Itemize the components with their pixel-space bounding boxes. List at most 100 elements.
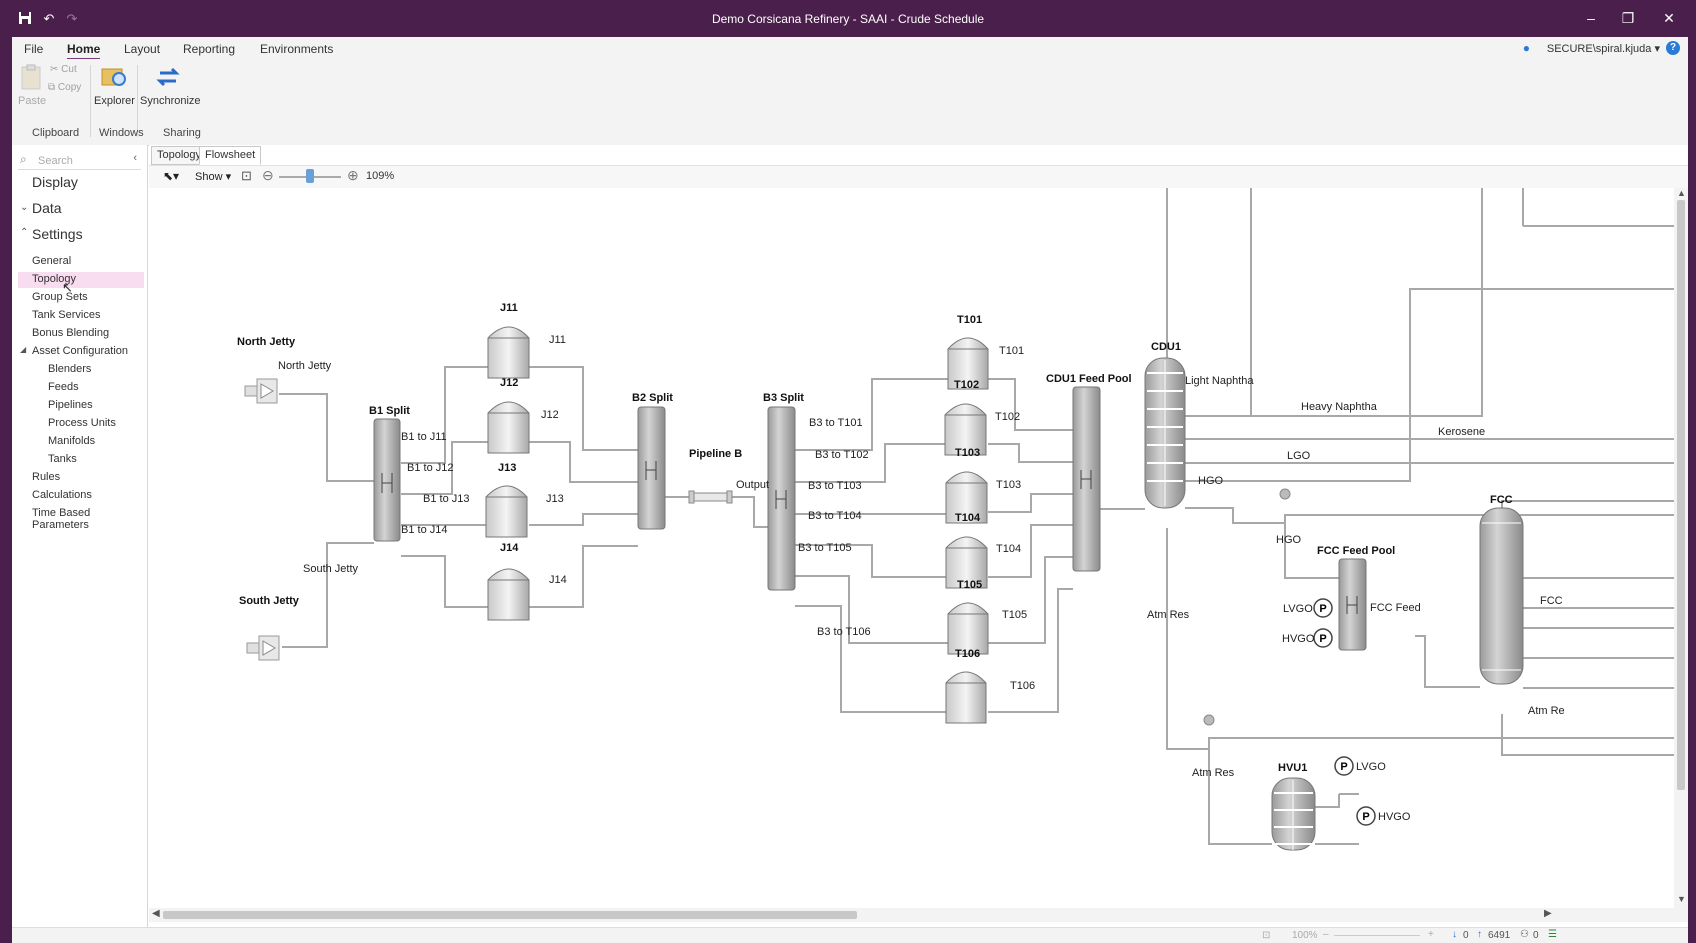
nav-settings[interactable]: Settings bbox=[32, 226, 83, 242]
stream-j11: J11 bbox=[549, 334, 566, 346]
pump-lvgo-hvu[interactable]: P bbox=[1334, 756, 1354, 776]
nav-bonus-blending[interactable]: Bonus Blending bbox=[32, 327, 109, 339]
chevron-up-icon[interactable]: ⌃ bbox=[20, 227, 28, 238]
cut-button[interactable]: ✂ Cut bbox=[50, 64, 77, 75]
help-icon[interactable]: ? bbox=[1666, 41, 1680, 55]
menu-file[interactable]: File bbox=[24, 42, 43, 56]
nav-manifolds[interactable]: Manifolds bbox=[48, 435, 95, 447]
tank-t106[interactable] bbox=[945, 671, 987, 724]
flowsheet-canvas[interactable]: P P P P North Jetty South Jetty B1 Split… bbox=[149, 188, 1688, 908]
label-t103: T103 bbox=[955, 447, 980, 459]
horizontal-scrollbar[interactable]: ◀ ▶ bbox=[149, 908, 1688, 922]
stream-output: Output bbox=[736, 479, 769, 491]
zoom-in-icon[interactable]: ⊕ bbox=[347, 167, 359, 184]
scroll-right-icon[interactable]: ▶ bbox=[1544, 908, 1552, 919]
fit-to-page-icon[interactable]: ⊡ bbox=[241, 168, 252, 184]
fit-icon[interactable]: ⊡ bbox=[1262, 930, 1270, 941]
users-count: 0 bbox=[1533, 930, 1539, 941]
scroll-up-icon[interactable]: ▲ bbox=[1677, 188, 1686, 198]
nav-time-based-parameters[interactable]: Time Based Parameters bbox=[32, 507, 147, 531]
nav-blenders[interactable]: Blenders bbox=[48, 363, 91, 375]
status-zoom-in-icon[interactable]: + bbox=[1428, 929, 1434, 940]
label-t101: T101 bbox=[957, 314, 982, 326]
b3-split-manifold[interactable] bbox=[767, 406, 796, 591]
explorer-button[interactable]: Explorer bbox=[94, 63, 135, 107]
pump-hvgo-hvu[interactable]: P bbox=[1356, 806, 1376, 826]
stream-b3-t103: B3 to T103 bbox=[808, 480, 862, 492]
copy-button[interactable]: ⧉ Copy bbox=[48, 82, 81, 93]
b2-split-manifold[interactable] bbox=[637, 406, 666, 530]
user-name[interactable]: SECURE\spiral.kjuda ▾ bbox=[1547, 42, 1660, 55]
status-zoom-slider[interactable] bbox=[1334, 935, 1420, 936]
stream-lvgo: LVGO bbox=[1283, 603, 1313, 615]
nav-tanks[interactable]: Tanks bbox=[48, 453, 77, 465]
junction-node[interactable] bbox=[1279, 488, 1291, 500]
nav-calculations[interactable]: Calculations bbox=[32, 489, 92, 501]
zoom-slider-thumb[interactable] bbox=[306, 169, 314, 183]
menu-layout[interactable]: Layout bbox=[124, 42, 160, 56]
pump-hvgo[interactable]: P bbox=[1313, 628, 1333, 648]
pipeline-b[interactable] bbox=[688, 490, 733, 504]
explorer-icon bbox=[100, 63, 128, 91]
menu-home[interactable]: Home bbox=[67, 42, 101, 60]
tank-j13[interactable] bbox=[485, 485, 528, 538]
nav-tank-services[interactable]: Tank Services bbox=[32, 309, 100, 321]
status-zoom-out-icon[interactable]: – bbox=[1323, 929, 1329, 940]
paste-button[interactable]: Paste bbox=[18, 63, 46, 107]
b1-split-manifold[interactable] bbox=[373, 418, 401, 542]
nav-display[interactable]: Display bbox=[32, 174, 78, 190]
stream-b1-j14: B1 to J14 bbox=[401, 524, 447, 536]
nav-pipelines[interactable]: Pipelines bbox=[48, 399, 93, 411]
menu-reporting[interactable]: Reporting bbox=[183, 42, 235, 56]
tank-j14[interactable] bbox=[487, 568, 530, 621]
search-box[interactable]: ⌕ Search ‹ bbox=[18, 151, 141, 170]
stream-kerosene: Kerosene bbox=[1438, 426, 1485, 438]
stream-b3-t102: B3 to T102 bbox=[815, 449, 869, 461]
scroll-left-icon[interactable]: ◀ bbox=[152, 908, 160, 919]
nav-asset-configuration[interactable]: Asset Configuration bbox=[32, 345, 128, 357]
cdu1-feed-pool[interactable] bbox=[1072, 386, 1101, 572]
menu-environments[interactable]: Environments bbox=[260, 42, 333, 56]
scroll-down-icon[interactable]: ▼ bbox=[1677, 894, 1686, 904]
nav-general[interactable]: General bbox=[32, 255, 71, 267]
show-dropdown[interactable]: Show ▾ bbox=[195, 170, 231, 183]
vertical-scroll-thumb[interactable] bbox=[1677, 200, 1685, 790]
label-t105: T105 bbox=[957, 579, 982, 591]
cdu1-column[interactable] bbox=[1144, 357, 1186, 509]
label-j12: J12 bbox=[500, 377, 518, 389]
south-jetty-feed[interactable] bbox=[246, 635, 280, 661]
restore-button[interactable]: ❐ bbox=[1613, 8, 1643, 28]
stream-b3-t101: B3 to T101 bbox=[809, 417, 863, 429]
vertical-scrollbar[interactable]: ▲ ▼ bbox=[1674, 188, 1688, 908]
minimize-button[interactable]: – bbox=[1576, 8, 1606, 28]
stream-b3-t106: B3 to T106 bbox=[817, 626, 871, 638]
label-cdu1: CDU1 bbox=[1151, 341, 1181, 353]
horizontal-scroll-thumb[interactable] bbox=[163, 911, 857, 919]
close-button[interactable]: ✕ bbox=[1654, 8, 1684, 28]
nav-process-units[interactable]: Process Units bbox=[48, 417, 116, 429]
label-t102: T102 bbox=[954, 379, 979, 391]
junction-node[interactable] bbox=[1203, 714, 1215, 726]
nav-group-sets[interactable]: Group Sets bbox=[32, 291, 88, 303]
explorer-label: Explorer bbox=[94, 95, 135, 107]
pointer-tool-icon[interactable]: ⬉▾ bbox=[163, 169, 179, 183]
pump-lvgo[interactable]: P bbox=[1313, 598, 1333, 618]
tank-t105[interactable] bbox=[947, 602, 989, 655]
north-jetty-feed[interactable] bbox=[244, 378, 278, 404]
synchronize-button[interactable]: Synchronize bbox=[140, 63, 201, 107]
tank-j12[interactable] bbox=[487, 401, 530, 454]
hvu1-column[interactable] bbox=[1271, 777, 1316, 851]
tank-j11[interactable] bbox=[487, 326, 530, 379]
nav-feeds[interactable]: Feeds bbox=[48, 381, 79, 393]
expand-triangle-icon[interactable]: ◢ bbox=[20, 345, 26, 354]
collapse-pane-icon[interactable]: ‹ bbox=[133, 152, 137, 164]
tab-flowsheet[interactable]: Flowsheet bbox=[199, 146, 262, 165]
zoom-out-icon[interactable]: ⊖ bbox=[262, 167, 274, 184]
ribbon: Paste ✂ Cut ⧉ Copy Explorer Synchronize … bbox=[12, 59, 1688, 146]
nav-data[interactable]: Data bbox=[32, 200, 62, 216]
fcc-column[interactable] bbox=[1479, 507, 1524, 685]
fcc-feed-pool[interactable] bbox=[1338, 558, 1367, 651]
status-zoom: 100% bbox=[1292, 930, 1318, 941]
chevron-down-icon[interactable]: ⌄ bbox=[20, 202, 28, 213]
nav-rules[interactable]: Rules bbox=[32, 471, 60, 483]
